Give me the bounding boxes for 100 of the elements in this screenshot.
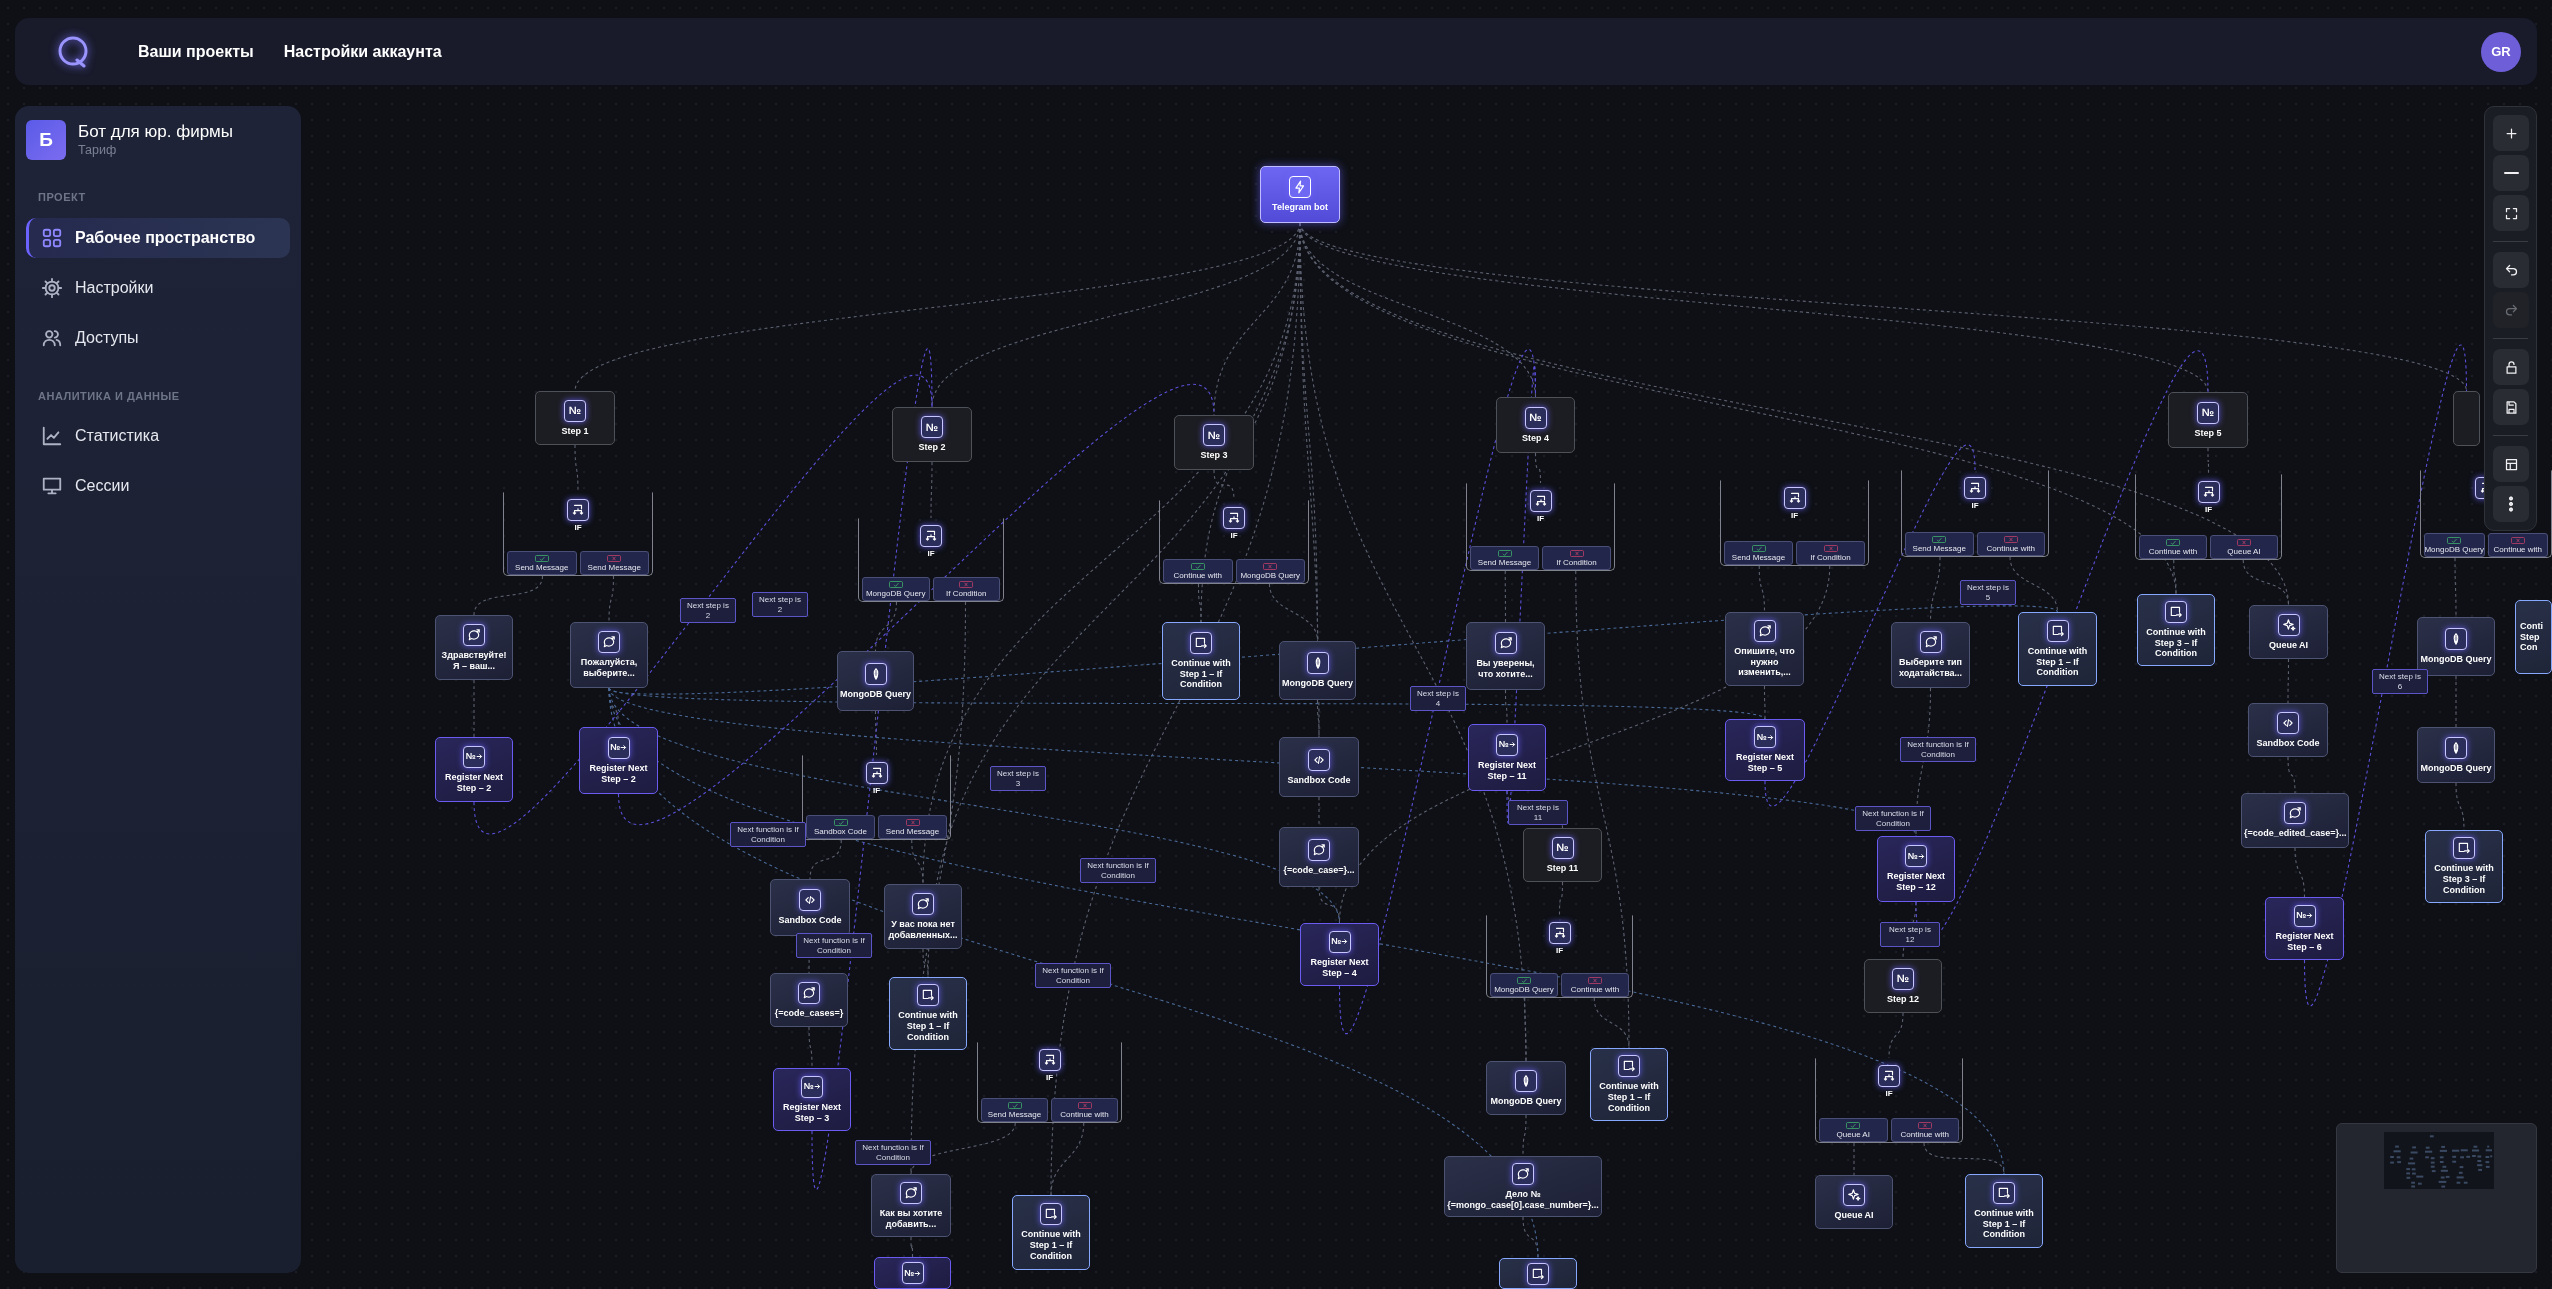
user-avatar[interactable]: GR <box>2481 31 2521 72</box>
sandbox-node[interactable]: Sandbox Code <box>770 879 850 936</box>
queue-node[interactable]: Queue AI <box>1815 1175 1893 1229</box>
continue-node[interactable]: Continue with Step 3 – If Condition <box>2425 830 2503 903</box>
message-node[interactable]: У вас пока нет добавленных... <box>884 884 962 949</box>
nav-link[interactable]: Настройки аккаунта <box>283 39 442 64</box>
branch-button[interactable]: Queue AI <box>1819 1118 1888 1142</box>
sidebar-item[interactable]: Сессии <box>26 466 290 506</box>
step-node[interactable]: № Step 12 <box>1864 959 1942 1013</box>
sidebar-item[interactable]: Настройки <box>26 267 290 308</box>
register-node[interactable]: № Register Next Step – 2 <box>579 727 658 794</box>
continue-node[interactable]: Continue with Step 1 – If Condition <box>2018 612 2097 686</box>
continue-node[interactable]: Continue with Step 1 – If Condition <box>1965 1174 2043 1248</box>
branch-button[interactable]: If Condition <box>932 577 1000 601</box>
sidebar-item[interactable]: Рабочее пространство <box>26 217 290 258</box>
message-node[interactable]: Опишите, что нужно изменить,... <box>1725 612 1804 686</box>
message-node[interactable]: Вы уверены, что хотите... <box>1466 622 1545 690</box>
condition-node[interactable]: IF Queue AI Continue with <box>1815 1058 1963 1143</box>
branch-button[interactable]: Continue with <box>1976 532 2045 556</box>
layout-button[interactable] <box>2493 446 2529 482</box>
nav-link[interactable]: Ваши проекты <box>138 39 254 64</box>
lock-button[interactable] <box>2493 349 2529 385</box>
branch-button[interactable]: Continue with <box>1890 1118 1959 1142</box>
branch-button[interactable]: Queue AI <box>2210 535 2278 559</box>
branch-button[interactable]: Send Message <box>1470 546 1539 570</box>
message-node[interactable]: Пожалуйста, выберите... <box>570 622 648 688</box>
branch-button[interactable]: Sandbox Code <box>806 815 875 839</box>
condition-node[interactable]: IF Send Message Continue with <box>1901 470 2049 557</box>
register-node[interactable]: № Register Next Step – 6 <box>2265 897 2344 960</box>
more-button[interactable] <box>2493 486 2529 522</box>
message-node[interactable]: Как вы хотите добавить... <box>871 1174 951 1237</box>
continue-node[interactable]: Continue with Step 1 – If Condition <box>889 977 967 1050</box>
register-node[interactable]: № Register Next Step – 4 <box>1300 923 1379 986</box>
continue-node[interactable]: Continue with Step 3 – If Condition <box>2137 594 2215 666</box>
continue-node[interactable] <box>1499 1258 1577 1289</box>
branch-button[interactable]: MongoDB Query <box>1235 559 1305 583</box>
branch-button[interactable]: Send Message <box>579 551 649 575</box>
register-node[interactable]: № <box>874 1257 951 1289</box>
message-node[interactable]: Дело № {=mongo_case[0].case_number=}... <box>1444 1156 1602 1217</box>
message-node[interactable]: Выберите тип ходатайства... <box>1891 622 1970 688</box>
sandbox-node[interactable]: Sandbox Code <box>1279 737 1359 797</box>
condition-node[interactable]: IF Send Message If Condition <box>1720 480 1869 566</box>
branch-button[interactable]: Send Message <box>507 551 577 575</box>
message-node[interactable]: {=code_edited_case=}... <box>2241 793 2349 848</box>
branch-button[interactable]: MongoDB Query <box>1490 973 1558 997</box>
mongo-node[interactable]: MongoDB Query <box>1279 641 1356 700</box>
mongo-node[interactable]: MongoDB Query <box>837 651 914 711</box>
continue-node[interactable]: Continue with Step 1 – If Condition <box>1590 1048 1668 1121</box>
trigger-node[interactable]: Telegram bot <box>1260 166 1340 223</box>
condition-node[interactable]: IF Send Message If Condition <box>1466 483 1615 571</box>
branch-button[interactable]: Continue with <box>2487 533 2548 557</box>
sandbox-node[interactable]: Sandbox Code <box>2248 703 2328 757</box>
zoom-out-button[interactable] <box>2493 155 2529 191</box>
message-node[interactable]: {=code_case=}... <box>1279 827 1359 887</box>
branch-button[interactable]: If Condition <box>1542 546 1611 570</box>
step-node[interactable]: № Step 4 <box>1496 397 1575 453</box>
condition-node[interactable]: IF Send Message Send Message <box>503 492 653 576</box>
condition-node[interactable]: IF Sandbox Code Send Message <box>802 755 951 840</box>
queue-node[interactable]: Queue AI <box>2249 605 2328 659</box>
message-node[interactable]: {=code_cases=} <box>770 973 848 1027</box>
branch-button[interactable]: Continue with <box>1163 559 1233 583</box>
step-node[interactable] <box>2453 391 2480 446</box>
sidebar-item[interactable]: Статистика <box>26 416 290 456</box>
register-node[interactable]: № Register Next Step – 2 <box>435 737 513 802</box>
continue-node[interactable]: Continue with Step 1 – If Condition <box>1012 1195 1090 1270</box>
step-node[interactable]: № Step 11 <box>1523 828 1602 882</box>
register-node[interactable]: № Register Next Step – 3 <box>773 1068 851 1131</box>
branch-button[interactable]: Send Message <box>1724 541 1793 565</box>
step-node[interactable]: № Step 3 <box>1174 415 1254 470</box>
register-node[interactable]: № Register Next Step – 5 <box>1725 719 1805 781</box>
branch-button[interactable]: Continue with <box>1051 1098 1118 1122</box>
branch-button[interactable]: Send Message <box>1905 532 1974 556</box>
undo-button[interactable] <box>2493 252 2529 288</box>
condition-node[interactable]: IF Continue with MongoDB Query <box>1159 500 1309 584</box>
register-node[interactable]: № Register Next Step – 11 <box>1468 724 1546 791</box>
sidebar-item[interactable]: Доступы <box>26 317 290 358</box>
branch-button[interactable]: MongoDB Query <box>2424 533 2485 557</box>
mongo-node[interactable]: MongoDB Query <box>2417 727 2495 783</box>
condition-node[interactable]: IF MongoDB Query If Condition <box>858 518 1004 602</box>
branch-button[interactable]: Send Message <box>878 815 947 839</box>
branch-button[interactable]: MongoDB Query <box>862 577 930 601</box>
continue-node[interactable]: Continue with Step 1 – If Condition <box>1162 622 1240 700</box>
step-node[interactable]: № Step 2 <box>892 407 972 462</box>
register-node[interactable]: № Register Next Step – 12 <box>1877 836 1955 902</box>
continue-node[interactable]: Conti Step Con <box>2515 600 2552 674</box>
save-button[interactable] <box>2493 389 2529 425</box>
step-node[interactable]: № Step 5 <box>2168 392 2248 448</box>
fit-button[interactable] <box>2493 195 2529 231</box>
condition-node[interactable]: IF Send Message Continue with <box>977 1042 1122 1123</box>
branch-button[interactable]: If Condition <box>1796 541 1865 565</box>
message-node[interactable]: Здравствуйте! Я – ваш... <box>435 615 513 680</box>
condition-node[interactable]: IF MongoDB Query Continue with <box>1486 915 1633 998</box>
branch-button[interactable]: Continue with <box>2139 535 2207 559</box>
branch-button[interactable]: Send Message <box>981 1098 1048 1122</box>
condition-node[interactable]: IF Continue with Queue AI <box>2135 474 2282 560</box>
mongo-node[interactable]: MongoDB Query <box>1486 1061 1566 1115</box>
step-node[interactable]: № Step 1 <box>535 391 615 445</box>
mongo-node[interactable]: MongoDB Query <box>2417 617 2495 676</box>
branch-button[interactable]: Continue with <box>1561 973 1629 997</box>
edge-label: Next step is 6 <box>2372 669 2428 695</box>
